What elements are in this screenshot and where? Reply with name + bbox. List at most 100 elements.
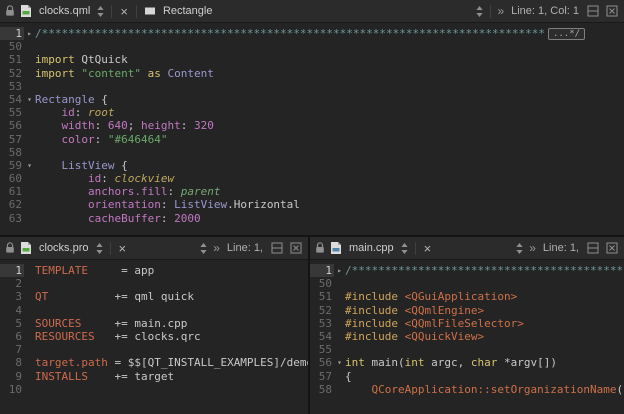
lock-icon[interactable] [4,3,15,19]
close-split-button[interactable] [604,240,620,256]
fold-marker-icon[interactable]: ▾ [24,159,35,172]
code-token: = $$[QT_INSTALL_EXAMPLES]/demos/clocks [108,356,308,369]
code-token [35,119,62,132]
symbol-selector[interactable]: Rectangle [161,5,215,17]
code-text: int main(int argc, char *argv[]) [345,356,624,369]
line-number: 5 [0,317,24,330]
code-token: int [345,356,365,369]
code-text: SOURCES += main.cpp [35,317,308,330]
fold-gutter [24,146,35,159]
code-text: id: root [35,106,624,119]
code-line: 9INSTALLS += target [0,370,308,383]
line-number: 62 [0,198,24,211]
toolbar-overflow-icon[interactable]: » [212,241,221,255]
toolbar-overflow-icon[interactable]: » [496,4,505,18]
fold-gutter [334,304,345,317]
lock-icon[interactable] [4,240,15,256]
fold-gutter [24,304,35,317]
code-token: RESOURCES [35,330,95,343]
code-token: : [161,198,174,211]
code-line: 1TEMPLATE = app [0,264,308,277]
symbol-dropdown-icon[interactable] [514,240,525,256]
fold-marker-icon[interactable]: ▸ [24,27,35,40]
code-token: argc, [425,356,471,369]
document-dropdown-icon[interactable] [95,3,106,19]
code-line: 6RESOURCES += clocks.qrc [0,330,308,343]
open-document-name[interactable]: main.cpp [347,242,396,254]
code-line: 1▸/*************************************… [0,27,624,40]
fold-gutter [24,106,35,119]
code-line: 61 anchors.fill: parent [0,185,624,198]
bottom-split: clocks.pro × » Line: 1, 1TEMP [0,235,624,414]
collapsed-comment-placeholder[interactable]: ...*/ [548,28,585,40]
symbol-dropdown-icon[interactable] [474,3,485,19]
code-token: #include [345,317,405,330]
close-document-button[interactable]: × [421,242,435,255]
fold-gutter [334,330,345,343]
toolbar-separator [490,5,491,18]
fold-gutter [24,80,35,93]
line-number: 4 [0,304,24,317]
fold-marker-icon[interactable]: ▸ [334,264,345,277]
code-line: 57{ [310,370,624,383]
code-token: #include [345,304,405,317]
close-split-button[interactable] [288,240,304,256]
code-text: width: 640; height: 320 [35,119,624,132]
code-token: <QQmlEngine> [405,304,484,317]
cursor-position-label: Line: 1, [540,242,582,254]
code-editor-qml[interactable]: 1▸/*************************************… [0,23,624,235]
fold-gutter [334,290,345,303]
code-token: /***************************************… [345,264,624,277]
code-text [345,277,624,290]
split-editor-button[interactable] [585,3,601,19]
code-text: target.path = $$[QT_INSTALL_EXAMPLES]/de… [35,356,308,369]
code-text: /***************************************… [35,27,624,40]
lock-icon[interactable] [314,240,325,256]
code-token: += main.cpp [81,317,187,330]
open-document-name[interactable]: clocks.pro [37,242,91,254]
fold-gutter [24,370,35,383]
document-dropdown-icon[interactable] [94,240,105,256]
close-document-button[interactable]: × [116,242,130,255]
document-dropdown-icon[interactable] [399,240,410,256]
editor-pane-qml: clocks.qml × Rectangle » Line: 1, Col: 1 [0,0,624,235]
line-number: 55 [0,106,24,119]
open-document-name[interactable]: clocks.qml [37,5,92,17]
code-token: : [95,133,108,146]
code-text [35,80,624,93]
close-split-button[interactable] [604,3,620,19]
code-token: Content [167,67,213,80]
line-number: 3 [0,290,24,303]
code-line: 50 [310,277,624,290]
toolbar-overflow-icon[interactable]: » [528,241,537,255]
line-number: 10 [0,383,24,396]
code-editor-cpp[interactable]: 1▸/*************************************… [310,260,624,414]
code-token: import [35,67,75,80]
code-token [141,67,148,80]
code-token [35,172,88,185]
symbol-dropdown-icon[interactable] [198,240,209,256]
fold-marker-icon[interactable]: ▾ [334,356,345,369]
code-line: 53#include <QQmlFileSelector> [310,317,624,330]
fold-gutter [24,198,35,211]
toolbar-separator [111,5,112,18]
close-document-button[interactable]: × [117,5,131,18]
code-token: Rectangle [35,93,95,106]
code-line: 59▾ ListView { [0,159,624,172]
code-line: 7 [0,343,308,356]
code-line: 51import QtQuick [0,53,624,66]
code-token: <QQmlFileSelector> [405,317,524,330]
fold-marker-icon[interactable]: ▾ [24,93,35,106]
code-line: 50 [0,40,624,53]
code-text: id: clockview [35,172,624,185]
code-line: 55 id: root [0,106,624,119]
code-token: ; [128,119,141,132]
split-editor-button[interactable] [269,240,285,256]
code-line: 56 width: 640; height: 320 [0,119,624,132]
code-line: 8target.path = $$[QT_INSTALL_EXAMPLES]/d… [0,356,308,369]
code-token: { [345,370,352,383]
code-editor-pro[interactable]: 1TEMPLATE = app23QT += qml quick45SOURCE… [0,260,308,414]
code-text: /***************************************… [345,264,624,277]
code-text: orientation: ListView.Horizontal [35,198,624,211]
split-editor-button[interactable] [585,240,601,256]
